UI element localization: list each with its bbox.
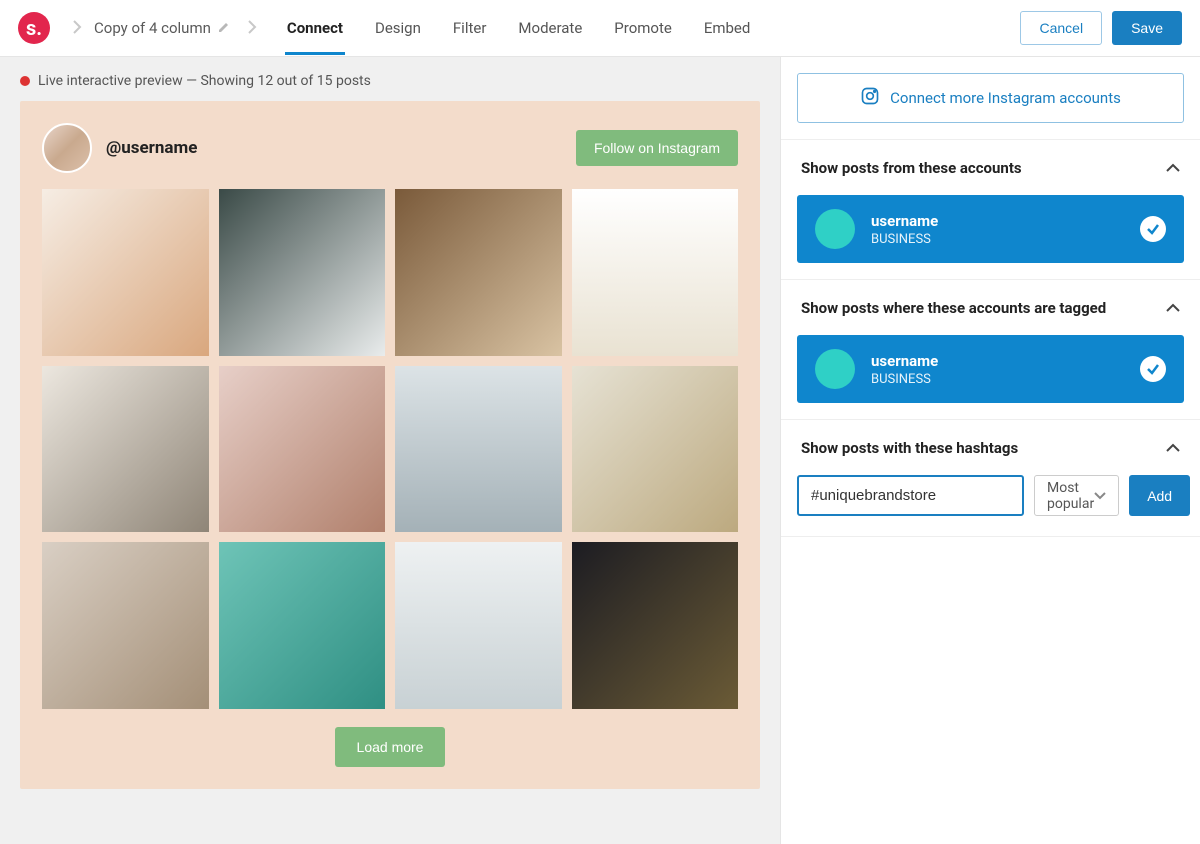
chevron-down-icon: [1094, 488, 1106, 504]
account-avatar: [815, 209, 855, 249]
account-type: BUSINESS: [871, 232, 1124, 247]
cancel-button[interactable]: Cancel: [1020, 11, 1102, 45]
tab-filter[interactable]: Filter: [451, 1, 489, 55]
avatar: [42, 123, 92, 173]
grid-cell[interactable]: [219, 542, 386, 709]
section-tagged-header[interactable]: Show posts where these accounts are tagg…: [781, 280, 1200, 335]
hashtag-input[interactable]: [797, 475, 1024, 516]
select-value: Most popular: [1047, 480, 1094, 512]
instagram-icon: [860, 86, 880, 110]
tab-connect[interactable]: Connect: [285, 1, 345, 55]
tab-promote[interactable]: Promote: [612, 1, 674, 55]
add-hashtag-button[interactable]: Add: [1129, 475, 1190, 516]
chevron-right-icon: [247, 19, 257, 38]
follow-button[interactable]: Follow on Instagram: [576, 130, 738, 166]
live-dot-icon: [20, 76, 30, 86]
grid-cell[interactable]: [219, 366, 386, 533]
account-card[interactable]: username BUSINESS: [797, 195, 1184, 263]
grid-cell[interactable]: [42, 542, 209, 709]
load-more-button[interactable]: Load more: [335, 727, 446, 767]
chevron-up-icon: [1166, 158, 1180, 177]
feed-user[interactable]: @username: [42, 123, 197, 173]
connect-more-button[interactable]: Connect more Instagram accounts: [797, 73, 1184, 123]
grid-cell[interactable]: [572, 189, 739, 356]
account-card[interactable]: username BUSINESS: [797, 335, 1184, 403]
main: Live interactive preview — Showing 12 ou…: [0, 57, 1200, 844]
chevron-up-icon: [1166, 438, 1180, 457]
tab-embed[interactable]: Embed: [702, 1, 753, 55]
feed-username: @username: [106, 138, 197, 158]
grid-cell[interactable]: [42, 366, 209, 533]
app-logo[interactable]: s.: [18, 12, 50, 44]
hashtag-sort-select[interactable]: Most popular: [1034, 475, 1119, 516]
grid-cell[interactable]: [572, 542, 739, 709]
section-accounts-title: Show posts from these accounts: [801, 159, 1022, 177]
preview-pane: Live interactive preview — Showing 12 ou…: [0, 57, 780, 844]
account-type: BUSINESS: [871, 372, 1124, 387]
grid-cell[interactable]: [395, 542, 562, 709]
chevron-right-icon: [72, 19, 82, 38]
account-name: username: [871, 352, 1124, 370]
topbar: s. Copy of 4 column Connect Design Filte…: [0, 0, 1200, 57]
check-icon[interactable]: [1140, 356, 1166, 382]
save-button[interactable]: Save: [1112, 11, 1182, 45]
section-tagged-title: Show posts where these accounts are tagg…: [801, 299, 1106, 317]
settings-panel: Connect more Instagram accounts Show pos…: [780, 57, 1200, 844]
preview-status: Live interactive preview — Showing 12 ou…: [20, 73, 760, 89]
feed-header: @username Follow on Instagram: [42, 123, 738, 173]
tabs: Connect Design Filter Moderate Promote E…: [285, 1, 752, 55]
feed-preview: @username Follow on Instagram Load mo: [20, 101, 760, 789]
grid-cell[interactable]: [395, 366, 562, 533]
pencil-icon[interactable]: [217, 19, 231, 38]
account-name: username: [871, 212, 1124, 230]
section-hashtags-title: Show posts with these hashtags: [801, 439, 1018, 457]
grid-cell[interactable]: [219, 189, 386, 356]
breadcrumb-title[interactable]: Copy of 4 column: [94, 19, 211, 37]
feed-grid: [42, 189, 738, 709]
account-avatar: [815, 349, 855, 389]
grid-cell[interactable]: [42, 189, 209, 356]
check-icon[interactable]: [1140, 216, 1166, 242]
tab-design[interactable]: Design: [373, 1, 423, 55]
section-accounts-header[interactable]: Show posts from these accounts: [781, 140, 1200, 195]
preview-status-text: Live interactive preview — Showing 12 ou…: [38, 73, 371, 89]
connect-more-label: Connect more Instagram accounts: [890, 89, 1121, 107]
grid-cell[interactable]: [572, 366, 739, 533]
section-hashtags-header[interactable]: Show posts with these hashtags: [781, 420, 1200, 475]
chevron-up-icon: [1166, 298, 1180, 317]
tab-moderate[interactable]: Moderate: [516, 1, 584, 55]
grid-cell[interactable]: [395, 189, 562, 356]
